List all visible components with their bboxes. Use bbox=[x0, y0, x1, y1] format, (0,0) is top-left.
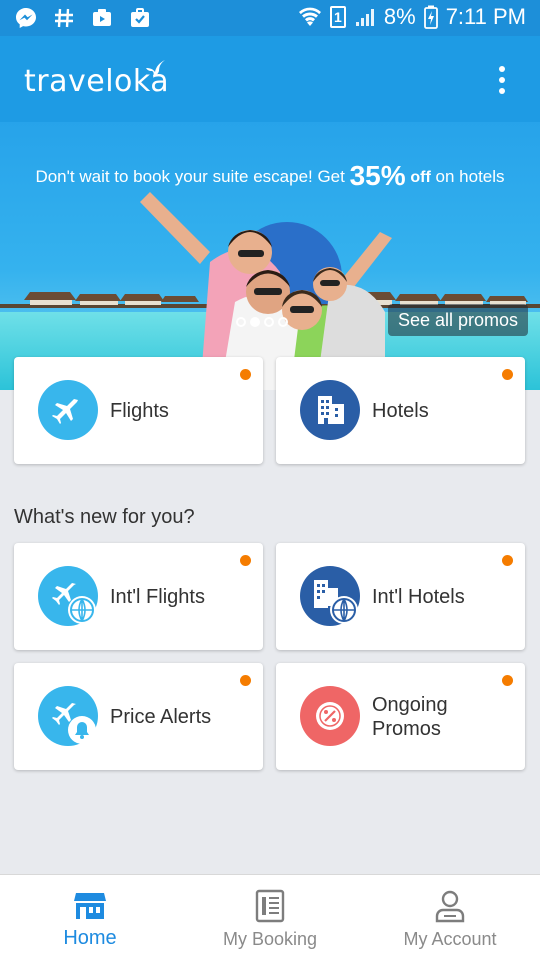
plane-globe-icon bbox=[38, 566, 98, 626]
percent-tag-icon bbox=[300, 686, 360, 746]
ongoing-promos-card[interactable]: Ongoing Promos bbox=[276, 663, 525, 770]
plane-bell-icon bbox=[38, 686, 98, 746]
plane-icon bbox=[38, 380, 98, 440]
carousel-dot[interactable] bbox=[236, 317, 246, 327]
clock: 7:11 PM bbox=[445, 4, 526, 29]
ongoing-promos-line1: Ongoing bbox=[372, 694, 448, 716]
carousel-dot[interactable] bbox=[278, 317, 288, 327]
headline-off: off bbox=[410, 169, 431, 186]
nav-home[interactable]: Home bbox=[0, 875, 180, 960]
nav-my-booking-label: My Booking bbox=[222, 929, 318, 949]
logo-bird-icon bbox=[146, 60, 165, 76]
account-icon bbox=[435, 890, 465, 923]
status-notification-icons bbox=[14, 6, 152, 30]
status-system-icons: 1 8% 7:11 PM bbox=[298, 4, 526, 30]
intl-flights-card[interactable]: Int'l Flights bbox=[14, 543, 263, 650]
price-alerts-card[interactable]: Price Alerts bbox=[14, 663, 263, 770]
see-all-promos-button[interactable]: See all promos bbox=[387, 304, 528, 336]
overflow-dot bbox=[499, 88, 505, 94]
bottom-navigation: Home My Booking My Account bbox=[0, 874, 540, 960]
hotels-label: Hotels bbox=[372, 400, 429, 422]
notification-dot bbox=[240, 675, 251, 686]
video-icon bbox=[93, 9, 111, 26]
promo-banner[interactable]: Don't wait to book your suite escape! Ge… bbox=[0, 122, 540, 390]
battery-percent: 8% bbox=[383, 4, 416, 29]
carousel-dots bbox=[236, 317, 288, 327]
flights-label: Flights bbox=[110, 400, 169, 422]
notification-dot bbox=[240, 369, 251, 380]
status-bar: 1 8% 7:11 PM bbox=[0, 0, 540, 36]
overflow-menu-button[interactable] bbox=[490, 66, 514, 94]
carousel-dot-active[interactable] bbox=[250, 317, 260, 327]
nav-home-label: Home bbox=[63, 927, 117, 949]
intl-flights-label: Int'l Flights bbox=[110, 586, 205, 608]
booking-list-icon bbox=[255, 889, 285, 923]
notification-dot bbox=[502, 555, 513, 566]
building-globe-icon bbox=[300, 566, 360, 626]
price-alerts-label: Price Alerts bbox=[110, 706, 212, 728]
nav-my-account-label: My Account bbox=[403, 929, 497, 949]
section-title: What's new for you? bbox=[14, 506, 195, 528]
home-store-icon bbox=[74, 893, 106, 919]
app-bar: traveloka bbox=[0, 36, 540, 122]
signal-icon bbox=[355, 9, 374, 26]
headline-percent: 35% bbox=[349, 160, 406, 191]
briefcase-check-icon bbox=[131, 8, 149, 27]
overflow-dot bbox=[499, 66, 505, 72]
carousel-dot[interactable] bbox=[264, 317, 274, 327]
ongoing-promos-line2: Promos bbox=[372, 718, 441, 740]
headline-suffix: on hotels bbox=[430, 167, 505, 186]
wifi-icon bbox=[298, 7, 321, 26]
overflow-dot bbox=[499, 77, 505, 83]
hashtag-icon bbox=[55, 8, 73, 28]
headline-text: Don't wait to book your suite escape! Ge… bbox=[35, 167, 350, 186]
intl-hotels-card[interactable]: Int'l Hotels bbox=[276, 543, 525, 650]
sim-indicator: 1 bbox=[329, 6, 346, 28]
flights-card[interactable]: Flights bbox=[14, 357, 263, 464]
hotels-card[interactable]: Hotels bbox=[276, 357, 525, 464]
nav-my-account[interactable]: My Account bbox=[360, 875, 540, 960]
battery-charging-icon bbox=[423, 5, 438, 29]
building-icon bbox=[300, 380, 360, 440]
notification-dot bbox=[502, 369, 513, 380]
messenger-icon bbox=[16, 8, 36, 28]
notification-dot bbox=[502, 675, 513, 686]
banner-headline: Don't wait to book your suite escape! Ge… bbox=[0, 160, 540, 192]
nav-my-booking[interactable]: My Booking bbox=[180, 875, 360, 960]
ongoing-promos-label: Ongoing Promos bbox=[372, 693, 448, 741]
intl-hotels-label: Int'l Hotels bbox=[372, 586, 465, 608]
notification-dot bbox=[240, 555, 251, 566]
